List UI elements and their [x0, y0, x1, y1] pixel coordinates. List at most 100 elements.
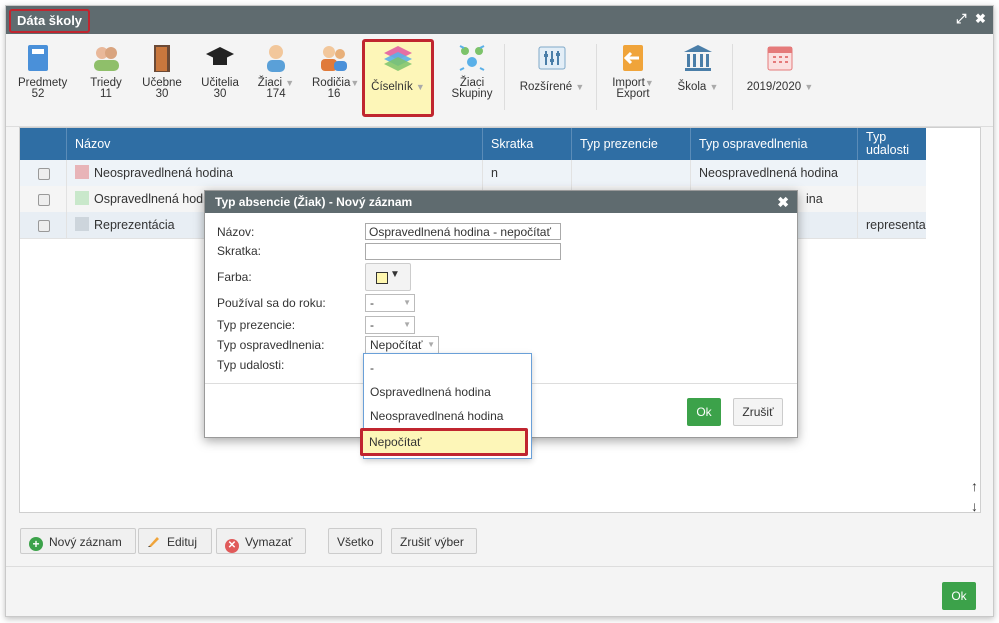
row-checkbox[interactable]: [38, 220, 50, 232]
header-skratka[interactable]: Skratka: [482, 128, 571, 160]
clear-selection-button[interactable]: Zrušiť výber: [391, 528, 477, 554]
toolbar-label: Škola: [677, 81, 707, 93]
dropdown-arrow-icon: ▼: [804, 82, 814, 92]
grid-header: Názov Skratka Typ prezencie Typ ospraved…: [20, 128, 926, 160]
select-all-button[interactable]: Všetko: [328, 528, 382, 554]
abbr-input[interactable]: [365, 243, 561, 260]
delete-button[interactable]: ✕ Vymazať: [216, 528, 306, 554]
window-titlebar: Dáta školy ⤢ ✖: [6, 6, 993, 34]
graduation-cap-icon: [204, 42, 236, 74]
parents-icon: [318, 42, 350, 74]
toolbar-count: 174: [266, 88, 286, 100]
abbr-label: Skratka:: [217, 244, 262, 258]
edit-button[interactable]: Edituj: [138, 528, 212, 554]
delete-circle-icon: ✕: [225, 539, 239, 553]
header-typ-ospravedlnenia[interactable]: Typ ospravedlnenia: [690, 128, 857, 160]
dialog-cancel-button[interactable]: Zrušiť: [733, 398, 783, 426]
toolbar-separator: [596, 44, 597, 110]
event-type-label: Typ udalosti:: [217, 358, 285, 372]
dropdown-option[interactable]: Ospravedlnená hodina: [364, 381, 531, 403]
close-window-icon[interactable]: ✖: [975, 11, 986, 27]
header-typ-prezencie[interactable]: Typ prezencie: [571, 128, 690, 160]
window-footer: Ok: [6, 566, 993, 617]
student-groups-icon: [456, 42, 488, 74]
header-typ-udalosti[interactable]: Typ udalosti: [857, 128, 926, 160]
layers-icon: [382, 42, 414, 74]
scroll-down-icon[interactable]: ↓: [971, 498, 978, 514]
class-group-icon: [90, 42, 122, 74]
sliders-icon: [536, 42, 568, 74]
new-record-button[interactable]: + Nový záznam: [20, 528, 136, 554]
excuse-type-label: Typ ospravedlnenia:: [217, 338, 325, 352]
row-abbr: n: [482, 160, 571, 186]
dropdown-arrow-icon: ▼: [415, 82, 425, 92]
dialog-close-icon[interactable]: ✖: [777, 191, 789, 213]
import-export-icon: [617, 42, 649, 74]
toolbar-rozsirene[interactable]: Rozšírené ▼: [514, 42, 590, 93]
toolbar-skola[interactable]: Škola ▼: [670, 42, 726, 93]
header-select-column: [20, 128, 66, 160]
toolbar-ucitelia[interactable]: Učitelia 30: [198, 42, 242, 100]
name-label: Názov:: [217, 225, 255, 239]
toolbar-ziaci-skupiny[interactable]: Žiaci Skupiny: [450, 42, 494, 100]
button-label: Vymazať: [245, 535, 293, 549]
toolbar-rodicia[interactable]: Rodičia▼ 16: [312, 42, 360, 100]
chevron-down-icon: ▼: [427, 340, 435, 349]
name-input[interactable]: Ospravedlnená hodina - nepočítať: [365, 223, 561, 240]
button-label: Nový záznam: [49, 535, 122, 549]
dialog-titlebar: Typ absencie (Žiak) - Nový záznam ✖: [205, 191, 797, 213]
color-swatch: [376, 272, 388, 284]
toolbar-count: 11: [100, 88, 112, 100]
footer-ok-button[interactable]: Ok: [942, 582, 976, 610]
header-nazov[interactable]: Názov: [66, 128, 482, 160]
color-label: Farba:: [217, 270, 252, 284]
row-presence: [571, 160, 690, 186]
select-value: -: [370, 296, 374, 310]
chevron-down-icon: ▼: [403, 320, 411, 329]
select-value: Nepočítať: [370, 338, 423, 352]
dropdown-arrow-icon: ▼: [575, 82, 585, 92]
scroll-up-icon[interactable]: ↑: [971, 478, 978, 494]
row-event: [857, 186, 926, 212]
color-picker-button[interactable]: ▼: [365, 263, 411, 291]
book-icon: [22, 42, 54, 74]
toolbar-sublabel: Skupiny: [451, 88, 493, 100]
color-swatch: [75, 217, 89, 231]
used-until-select[interactable]: - ▼: [365, 294, 415, 312]
dropdown-option-selected[interactable]: Nepočítať: [360, 428, 528, 456]
toolbar-count: 30: [155, 88, 169, 100]
toolbar-triedy[interactable]: Triedy 11: [86, 42, 126, 100]
dropdown-arrow-icon: ▼: [709, 82, 719, 92]
maximize-icon[interactable]: ⤢: [956, 11, 966, 27]
calendar-icon: [764, 42, 796, 74]
toolbar-count: 16: [327, 88, 341, 100]
toolbar-count: 52: [31, 88, 45, 100]
toolbar-ziaci[interactable]: Žiaci ▼ 174: [256, 42, 296, 100]
chevron-down-icon: ▼: [390, 269, 400, 280]
toolbar-separator: [504, 44, 505, 110]
dropdown-arrow-icon: ▼: [644, 78, 654, 88]
row-checkbox[interactable]: [38, 168, 50, 180]
toolbar-predmety[interactable]: Predmety 52: [18, 42, 67, 100]
dropdown-arrow-icon: ▼: [350, 78, 360, 88]
toolbar-label: Rozšírené: [519, 81, 573, 93]
row-event: [857, 160, 926, 186]
row-checkbox[interactable]: [38, 194, 50, 206]
dropdown-option[interactable]: Neospravedlnená hodina: [364, 405, 531, 427]
window-title: Dáta školy: [9, 9, 91, 33]
table-row[interactable]: Neospravedlnená hodina n Neospravedlnená…: [20, 160, 926, 187]
row-name: Reprezentácia: [94, 218, 175, 232]
presence-type-select[interactable]: - ▼: [365, 316, 415, 334]
toolbar-label: Číselník: [371, 81, 413, 93]
toolbar-school-year[interactable]: 2019/2020 ▼: [742, 42, 818, 93]
toolbar-import-export[interactable]: Import▼ Export: [604, 42, 662, 100]
excuse-type-select[interactable]: Nepočítať ▼: [365, 336, 439, 354]
toolbar-ucebne[interactable]: Učebne 30: [142, 42, 182, 100]
dropdown-option[interactable]: -: [364, 357, 531, 379]
toolbar-separator: [732, 44, 733, 110]
select-value: -: [370, 318, 374, 332]
toolbar-ciselnik[interactable]: Číselník ▼: [368, 42, 428, 93]
chevron-down-icon: ▼: [403, 298, 411, 307]
dialog-ok-button[interactable]: Ok: [687, 398, 721, 426]
toolbar-count: 30: [213, 88, 227, 100]
